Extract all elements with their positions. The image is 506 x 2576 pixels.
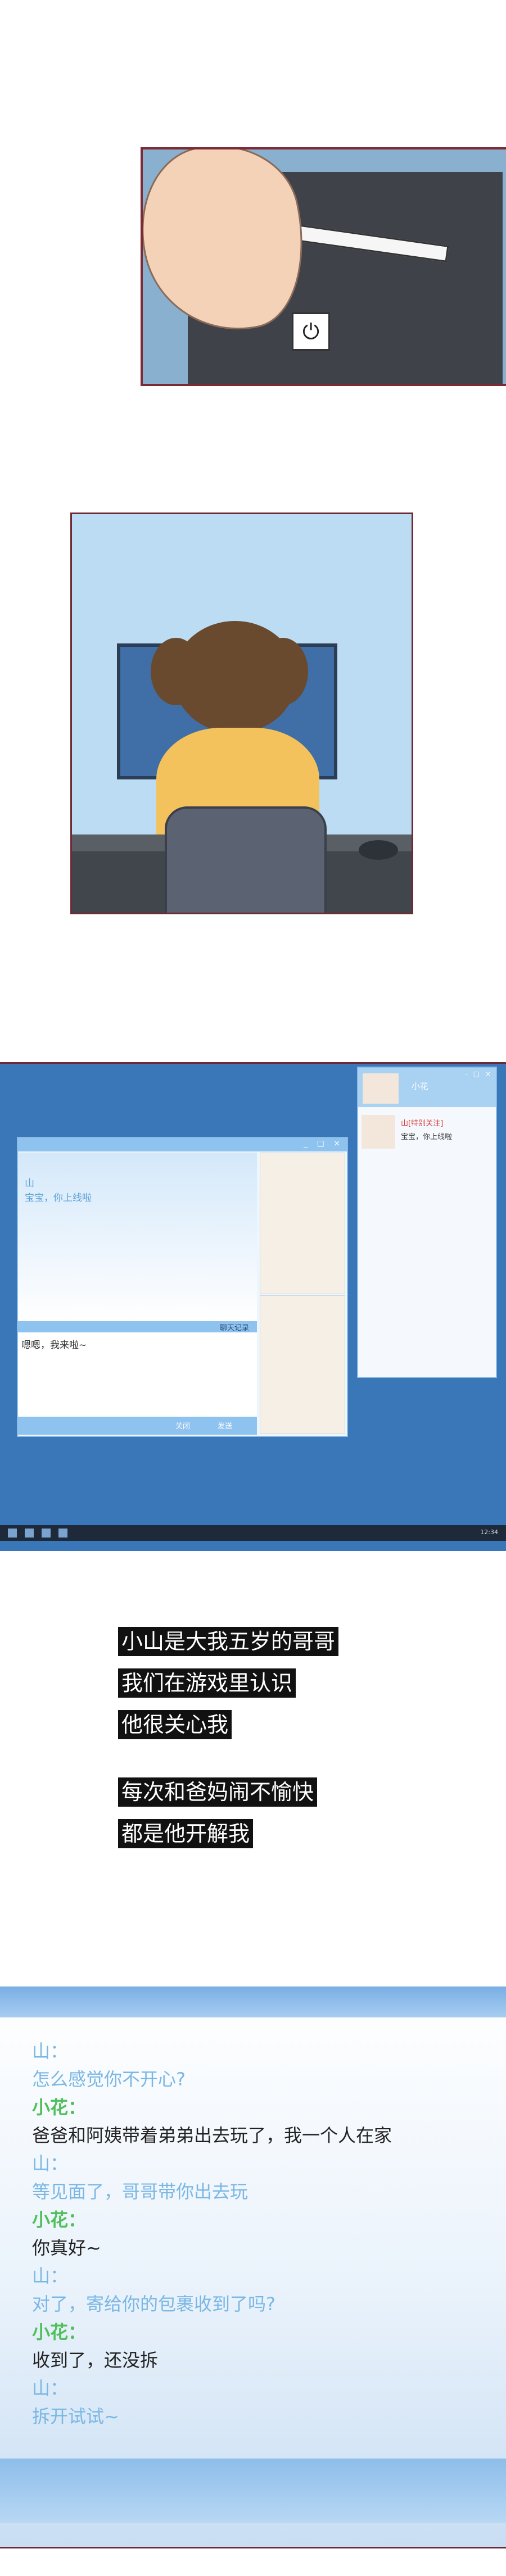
window-controls[interactable]: - □ × xyxy=(466,1070,493,1078)
contact-item[interactable]: 山[特别关注] 宝宝，你上线啦 xyxy=(362,1115,491,1149)
close-button[interactable]: 关闭 xyxy=(175,1420,190,1431)
panel-hand-power-button: ⏻ xyxy=(141,147,506,386)
browser-icon[interactable] xyxy=(58,1529,67,1538)
start-icon[interactable] xyxy=(8,1529,17,1538)
chat-speaker-shan: 山： xyxy=(32,2153,69,2174)
contact-header: 小花 - □ × xyxy=(358,1068,496,1107)
chat-speaker-hua: 小花： xyxy=(32,2097,87,2118)
folder-icon[interactable] xyxy=(42,1529,51,1538)
send-button[interactable]: 发送 xyxy=(218,1420,232,1431)
chat-speaker-hua: 小花： xyxy=(32,2321,87,2343)
contact-last-message: 宝宝，你上线啦 xyxy=(401,1133,453,1141)
chat-message-hua: 收到了，还没拆 xyxy=(32,2350,159,2371)
comic-page: { "panel1": { "power_symbol": "⏻" }, "pa… xyxy=(0,0,506,2576)
power-icon: ⏻ xyxy=(292,312,330,351)
panel-girl-at-computer xyxy=(70,513,413,914)
chat-message-hua: 你真好~ xyxy=(32,2237,101,2258)
chat-speaker-shan: 山： xyxy=(32,2378,69,2399)
contact-window: 小花 - □ × 山[特别关注] 宝宝，你上线啦 xyxy=(357,1067,497,1378)
chat-window: _ □ × 山 宝宝，你上线啦 聊天记录 嗯嗯，我来啦~ 关闭 发送 xyxy=(17,1137,348,1437)
narration-line: 小山是大我五岁的哥哥 xyxy=(118,1627,339,1656)
history-link[interactable]: 聊天记录 xyxy=(220,1322,249,1332)
sender-message: 宝宝，你上线啦 xyxy=(25,1192,92,1204)
chat-bottom-bar xyxy=(0,2459,506,2523)
girl-hair xyxy=(173,621,297,733)
taskbar: 12:34 xyxy=(0,1525,506,1541)
chat-message-hua: 爸爸和阿姨带着弟弟出去玩了，我一个人在家 xyxy=(32,2125,392,2146)
avatar xyxy=(362,1115,395,1149)
history-bar: 聊天记录 xyxy=(18,1321,257,1332)
panel-desktop-chat: _ □ × 山 宝宝，你上线啦 聊天记录 嗯嗯，我来啦~ 关闭 发送 小花 - … xyxy=(0,1062,506,1551)
contact-window-title: 小花 xyxy=(412,1081,429,1091)
chat-message-shan: 对了，寄给你的包裹收到了吗? xyxy=(32,2293,275,2315)
chat-message-shan: 等见面了，哥哥带你出去玩 xyxy=(32,2181,249,2202)
chat-titlebar: _ □ × xyxy=(18,1138,347,1151)
avatar xyxy=(363,1073,399,1104)
hand-image xyxy=(260,1295,345,1434)
contact-name: 山[特别关注] xyxy=(401,1119,444,1128)
chat-speaker-shan: 山： xyxy=(32,2040,69,2062)
sender-name: 山 xyxy=(25,1178,34,1189)
narration-line: 每次和爸妈闹不愉快 xyxy=(118,1777,318,1807)
message-area: 山 宝宝，你上线啦 xyxy=(18,1153,257,1321)
chat-log: 山： 怎么感觉你不开心? 小花： 爸爸和阿姨带着弟弟出去玩了，我一个人在家 山：… xyxy=(32,2037,482,2430)
chat-message-shan: 拆开试试~ xyxy=(32,2406,119,2427)
panel-chat-log: 山： 怎么感觉你不开心? 小花： 爸爸和阿姨带着弟弟出去玩了，我一个人在家 山：… xyxy=(0,1987,506,2548)
narration-box: 小山是大我五岁的哥哥 我们在游戏里认识 他很关心我 每次和爸妈闹不愉快 都是他开… xyxy=(118,1627,399,1861)
taskbar-clock: 12:34 xyxy=(480,1529,498,1536)
message-input[interactable]: 嗯嗯，我来啦~ xyxy=(18,1332,257,1417)
chat-message-shan: 怎么感觉你不开心? xyxy=(32,2069,186,2090)
input-text: 嗯嗯，我来啦~ xyxy=(21,1340,87,1351)
window-controls[interactable]: _ □ × xyxy=(304,1139,344,1148)
mouse xyxy=(359,840,398,860)
chair xyxy=(165,806,327,913)
narration-line: 都是他开解我 xyxy=(118,1819,254,1848)
send-bar: 关闭 发送 xyxy=(18,1417,257,1435)
chat-speaker-shan: 山： xyxy=(32,2265,69,2287)
heart-hands-image xyxy=(260,1153,345,1294)
narration-line: 他很关心我 xyxy=(118,1710,232,1739)
narration-line: 我们在游戏里认识 xyxy=(118,1668,296,1698)
chat-top-bar xyxy=(0,1987,506,2017)
search-icon[interactable] xyxy=(25,1529,34,1538)
chat-speaker-hua: 小花： xyxy=(32,2209,87,2230)
